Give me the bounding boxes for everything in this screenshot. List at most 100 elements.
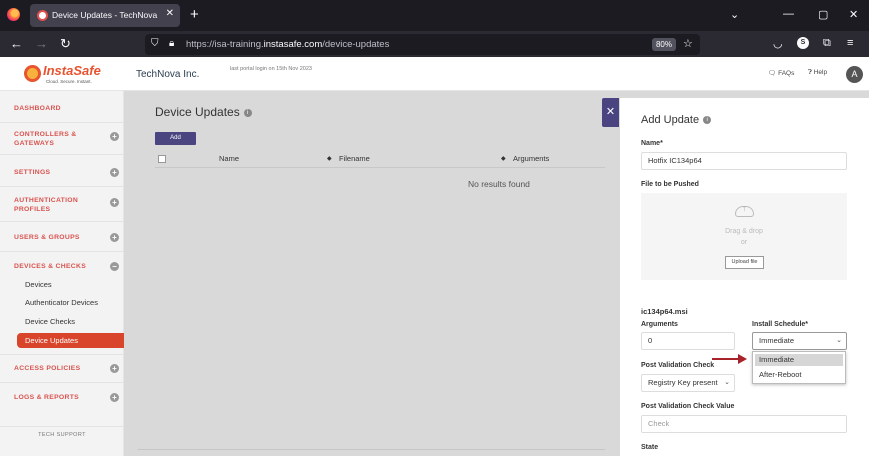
page-title-text: Device Updates — [155, 105, 240, 119]
empty-state-text: No results found — [468, 179, 530, 189]
browser-tab[interactable]: Device Updates - TechNova Inc ✕ — [30, 4, 180, 27]
url-text[interactable]: https://isa-training.instasafe.com/devic… — [186, 39, 389, 50]
url-prefix: https://isa-training. — [186, 39, 264, 50]
sidebar-subitem-devices[interactable]: Devices — [25, 280, 52, 289]
arguments-label: Arguments — [641, 321, 678, 328]
post-validation-value-label: Post Validation Check Value — [641, 403, 735, 410]
new-tab-icon[interactable]: + — [190, 6, 199, 23]
help-link[interactable]: ❓︎ Help — [808, 69, 827, 77]
expand-plus-icon[interactable]: + — [110, 233, 119, 242]
expand-plus-icon[interactable]: + — [110, 168, 119, 177]
annotation-arrow-head-icon — [738, 354, 747, 364]
file-dropzone[interactable]: ↑ Drag & drop or Upload file — [641, 193, 847, 280]
drawer-close-button[interactable]: ✕ — [602, 98, 619, 127]
file-label: File to be Pushed — [641, 181, 699, 188]
sidebar-item-controllers[interactable]: CONTROLLERS & GATEWAYS — [14, 130, 94, 148]
expand-plus-icon[interactable]: + — [110, 393, 119, 402]
sidebar-item-settings[interactable]: SETTINGS — [14, 168, 50, 177]
expand-plus-icon[interactable]: + — [110, 132, 119, 141]
avatar[interactable]: A — [846, 66, 863, 83]
forward-arrow-icon[interactable]: → — [35, 36, 48, 51]
divider — [0, 382, 124, 383]
collapse-minus-icon[interactable]: − — [110, 262, 119, 271]
divider — [0, 154, 124, 155]
sidebar-subitem-device-updates[interactable]: Device Updates — [17, 333, 124, 348]
reload-icon[interactable]: ↻ — [60, 36, 71, 52]
sidebar-item-users[interactable]: USERS & GROUPS — [14, 233, 80, 242]
divider — [0, 122, 124, 123]
info-icon[interactable]: i — [703, 116, 712, 125]
sort-icon[interactable]: ◆ — [501, 155, 506, 162]
install-schedule-value: Immediate — [759, 336, 795, 345]
extensions-icon[interactable]: ⧉ — [823, 37, 831, 50]
install-schedule-select[interactable]: Immediate ⌄ — [752, 332, 847, 350]
divider — [0, 426, 124, 427]
menu-icon[interactable]: ≡ — [847, 37, 853, 49]
info-icon[interactable]: i — [243, 108, 252, 117]
zoom-level[interactable]: 80% — [652, 38, 676, 51]
sort-icon[interactable]: ◆ — [327, 155, 332, 162]
tab-close-icon[interactable]: ✕ — [166, 8, 174, 19]
sidebar-item-access-policies[interactable]: ACCESS POLICIES — [14, 364, 80, 373]
tab-favicon-icon — [37, 10, 48, 21]
shield-icon[interactable]: ⛉ — [151, 38, 159, 49]
expand-plus-icon[interactable]: + — [110, 198, 119, 207]
column-header-filename[interactable]: Filename — [339, 154, 370, 163]
install-schedule-label: Install Schedule* — [752, 321, 809, 328]
sidebar-subitem-authenticator[interactable]: Authenticator Devices — [25, 298, 98, 307]
expand-plus-icon[interactable]: + — [110, 364, 119, 373]
tech-support-link[interactable]: TECH SUPPORT — [0, 432, 124, 438]
account-icon[interactable]: S — [797, 37, 809, 49]
close-icon: ✕ — [605, 106, 616, 118]
firefox-logo-icon[interactable] — [7, 8, 20, 21]
name-label: Name* — [641, 140, 663, 147]
chevron-down-icon: ⌄ — [836, 337, 842, 344]
arguments-input[interactable]: 0 — [641, 332, 735, 350]
column-header-arguments[interactable]: Arguments — [513, 154, 549, 163]
footer-divider — [138, 449, 605, 450]
post-validation-value-input[interactable]: Check — [641, 415, 847, 433]
divider — [0, 251, 124, 252]
close-window-icon[interactable]: ✕ — [849, 8, 858, 21]
org-name: TechNova Inc. — [136, 69, 200, 80]
sidebar-item-authentication[interactable]: AUTHENTICATION PROFILES — [14, 196, 99, 214]
drawer-title: Add Update i — [641, 114, 712, 126]
faq-label: FAQs — [778, 70, 795, 77]
state-label: State — [641, 444, 659, 451]
or-text: or — [740, 239, 748, 246]
upload-file-button[interactable]: Upload file — [725, 256, 764, 269]
drawer-title-text: Add Update — [641, 114, 700, 126]
maximize-icon[interactable]: ▢ — [818, 8, 828, 21]
selected-filename: ic134p64.msi — [641, 307, 688, 316]
minimize-icon[interactable]: — — [783, 8, 794, 20]
divider — [0, 221, 124, 222]
pocket-icon[interactable]: ◡ — [773, 37, 783, 50]
sidebar-item-logs[interactable]: LOGS & REPORTS — [14, 393, 79, 402]
post-validation-select[interactable]: Registry Key present ⌄ — [641, 374, 735, 392]
option-immediate[interactable]: Immediate — [755, 354, 843, 366]
sidebar-subitem-device-checks[interactable]: Device Checks — [25, 317, 75, 326]
column-header-name[interactable]: Name — [219, 154, 239, 163]
install-schedule-dropdown: Immediate After-Reboot — [752, 351, 846, 384]
tab-list-chevron-icon[interactable]: ⌄ — [730, 8, 739, 21]
lock-icon[interactable]: 🔒︎ — [169, 38, 174, 49]
name-input[interactable]: Hotfix IC134p64 — [641, 152, 847, 170]
annotation-arrow-line — [712, 358, 740, 360]
post-validation-value: Registry Key present — [648, 378, 718, 387]
sidebar-item-devices[interactable]: DEVICES & CHECKS — [14, 262, 86, 271]
select-all-checkbox[interactable] — [158, 155, 166, 163]
chat-icon: 🗨︎ — [768, 70, 777, 77]
instasafe-logo-icon — [24, 65, 41, 82]
logo-text: InstaSafe — [43, 63, 101, 78]
url-bar[interactable]: ⛉ 🔒︎ https://isa-training.instasafe.com/… — [145, 34, 700, 55]
option-after-reboot[interactable]: After-Reboot — [755, 369, 843, 381]
faq-link[interactable]: 🗨︎ FAQs — [768, 69, 794, 77]
browser-nav-bar: ← → ↻ ⛉ 🔒︎ https://isa-training.instasaf… — [0, 31, 869, 57]
post-validation-label: Post Validation Check — [641, 362, 715, 369]
sidebar-item-dashboard[interactable]: DASHBOARD — [14, 104, 61, 113]
table-divider — [155, 167, 605, 168]
bookmark-star-icon[interactable]: ☆ — [683, 37, 693, 50]
chevron-down-icon: ⌄ — [724, 379, 730, 386]
back-arrow-icon[interactable]: ← — [10, 36, 23, 51]
add-button[interactable]: Add — [155, 132, 196, 145]
